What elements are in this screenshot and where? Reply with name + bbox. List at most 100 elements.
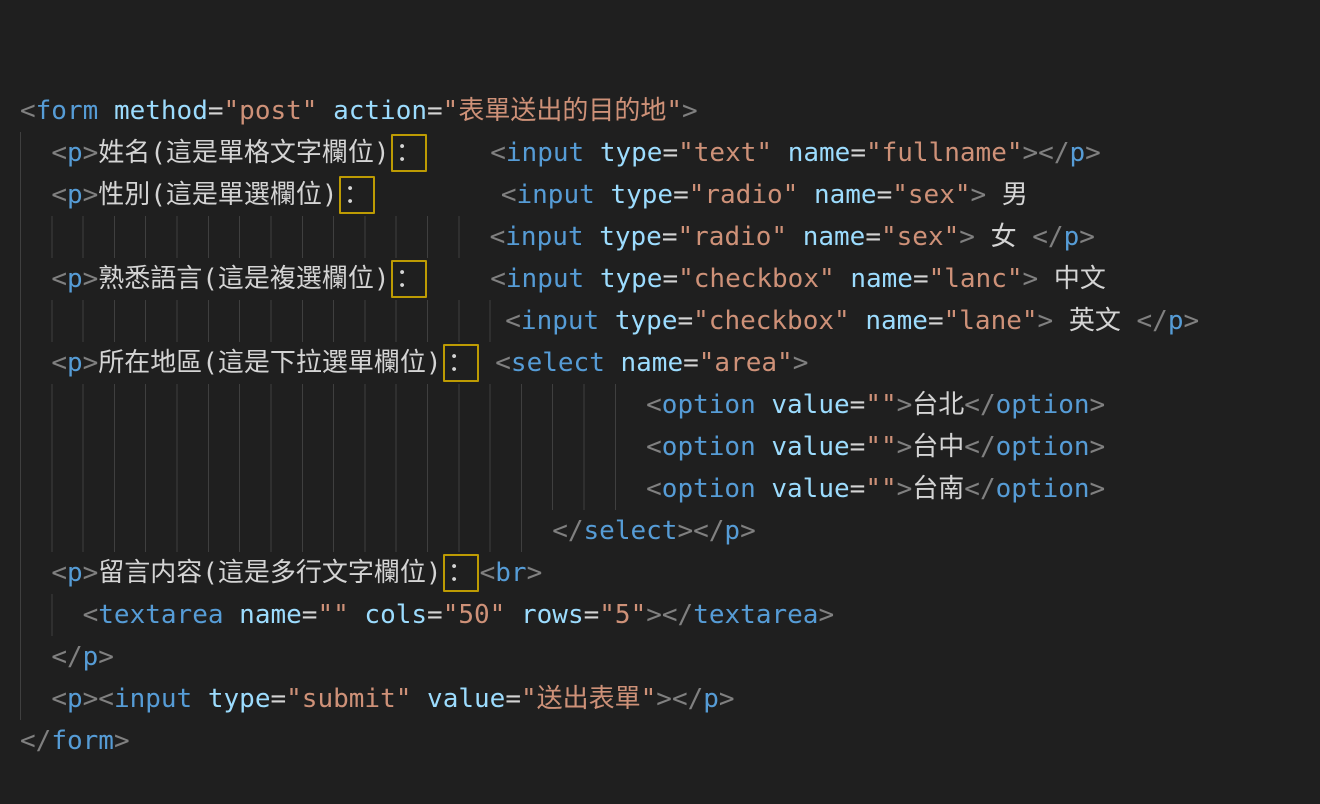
punctuation: >	[971, 180, 987, 210]
plain-text	[349, 600, 365, 630]
unicode-highlighted-colon: ：	[443, 554, 479, 592]
plain-text	[505, 600, 521, 630]
code-line[interactable]: <p>所在地區(這是下拉選單欄位)： <select name="area">	[20, 342, 1320, 384]
punctuation: >	[83, 180, 99, 210]
code-line[interactable]: </select></p>	[20, 510, 1320, 552]
tag-name: p	[83, 642, 99, 672]
plain-text	[98, 96, 114, 126]
plain-text	[756, 390, 772, 420]
plain-text: 熟悉語言(這是複選欄位)	[98, 264, 389, 294]
punctuation: <	[490, 264, 506, 294]
equals-sign: =	[662, 222, 678, 252]
punctuation: >	[1023, 264, 1039, 294]
attribute-name: name	[239, 600, 302, 630]
tag-name: p	[724, 516, 740, 546]
indent-whitespace	[20, 264, 51, 294]
tag-name: br	[495, 558, 526, 588]
code-line[interactable]: </p>	[20, 636, 1320, 678]
plain-text	[428, 264, 491, 294]
attribute-name: action	[333, 96, 427, 126]
plain-text	[595, 180, 611, 210]
indent-whitespace	[20, 138, 51, 168]
equals-sign: =	[913, 264, 929, 294]
punctuation: >	[1085, 138, 1101, 168]
equals-sign: =	[427, 600, 443, 630]
punctuation: >	[793, 348, 809, 378]
code-line[interactable]: <textarea name="" cols="50" rows="5"></t…	[20, 594, 1320, 636]
code-line[interactable]: <p>留言内容(這是多行文字欄位)：<br>	[20, 552, 1320, 594]
tag-name: option	[996, 474, 1090, 504]
plain-text: 性別(這是單選欄位)	[98, 180, 337, 210]
code-line[interactable]: <form method="post" action="表單送出的目的地">	[20, 90, 1320, 132]
code-line[interactable]: <option value="">台北</option>	[20, 384, 1320, 426]
tag-name: p	[67, 348, 83, 378]
attribute-name: rows	[521, 600, 584, 630]
code-line[interactable]: <option value="">台中</option>	[20, 426, 1320, 468]
punctuation: >	[1090, 474, 1106, 504]
tag-name: option	[662, 432, 756, 462]
equals-sign: =	[584, 600, 600, 630]
indent-whitespace	[20, 642, 51, 672]
punctuation: >	[1023, 138, 1039, 168]
code-area: <form method="post" action="表單送出的目的地"> <…	[20, 90, 1320, 762]
tag-name: p	[67, 264, 83, 294]
indent-whitespace	[20, 558, 51, 588]
plain-text	[599, 306, 615, 336]
string-value: "sex"	[881, 222, 959, 252]
punctuation: </	[672, 684, 703, 714]
attribute-name: method	[114, 96, 208, 126]
code-line[interactable]: <p>姓名(這是單格文字欄位)： <input type="text" name…	[20, 132, 1320, 174]
plain-text: 台南	[912, 474, 964, 504]
punctuation: >	[114, 726, 130, 756]
code-line[interactable]: </form>	[20, 720, 1320, 762]
tag-name: form	[36, 96, 99, 126]
code-line[interactable]: <p><input type="submit" value="送出表單"></p…	[20, 678, 1320, 720]
string-value: "表單送出的目的地"	[443, 96, 682, 126]
string-value: "fullname"	[866, 138, 1023, 168]
string-value: "area"	[699, 348, 793, 378]
punctuation: <	[646, 474, 662, 504]
punctuation: </	[964, 474, 995, 504]
punctuation: >	[677, 516, 693, 546]
unicode-highlighted-colon: ：	[391, 260, 427, 298]
plain-text	[411, 684, 427, 714]
plain-text: 台北	[912, 390, 964, 420]
tag-name: input	[114, 684, 192, 714]
indent-whitespace	[20, 180, 51, 210]
attribute-name: cols	[364, 600, 427, 630]
punctuation: >	[897, 390, 913, 420]
tag-name: p	[67, 558, 83, 588]
code-line[interactable]: <option value="">台南</option>	[20, 468, 1320, 510]
string-value: ""	[865, 432, 896, 462]
plain-text	[756, 432, 772, 462]
tag-name: input	[506, 264, 584, 294]
code-line[interactable]: <input type="radio" name="sex"> 女 </p>	[20, 216, 1320, 258]
punctuation: >	[1183, 306, 1199, 336]
punctuation: >	[527, 558, 543, 588]
punctuation: >	[656, 684, 672, 714]
plain-text: 姓名(這是單格文字欄位)	[98, 138, 389, 168]
code-editor[interactable]: <form method="post" action="表單送出的目的地"> <…	[0, 0, 1320, 681]
plain-text: 中文	[1038, 264, 1106, 294]
indent-whitespace	[20, 432, 646, 462]
tag-name: p	[67, 180, 83, 210]
punctuation: >	[1090, 432, 1106, 462]
code-line[interactable]: <p>熟悉語言(這是複選欄位)： <input type="checkbox" …	[20, 258, 1320, 300]
tag-name: p	[1168, 306, 1184, 336]
punctuation: <	[98, 684, 114, 714]
attribute-name: name	[788, 138, 851, 168]
code-line[interactable]: <p>性別(這是單選欄位)： <input type="radio" name=…	[20, 174, 1320, 216]
attribute-name: type	[600, 264, 663, 294]
equals-sign: =	[662, 138, 678, 168]
indent-whitespace	[20, 600, 83, 630]
code-line[interactable]: <input type="checkbox" name="lane"> 英文 <…	[20, 300, 1320, 342]
punctuation: <	[480, 558, 496, 588]
tag-name: input	[506, 138, 584, 168]
tag-name: p	[67, 138, 83, 168]
equals-sign: =	[673, 180, 689, 210]
attribute-name: value	[427, 684, 505, 714]
punctuation: >	[98, 642, 114, 672]
string-value: "送出表單"	[521, 684, 656, 714]
string-value: "radio"	[677, 222, 787, 252]
plain-text	[605, 348, 621, 378]
